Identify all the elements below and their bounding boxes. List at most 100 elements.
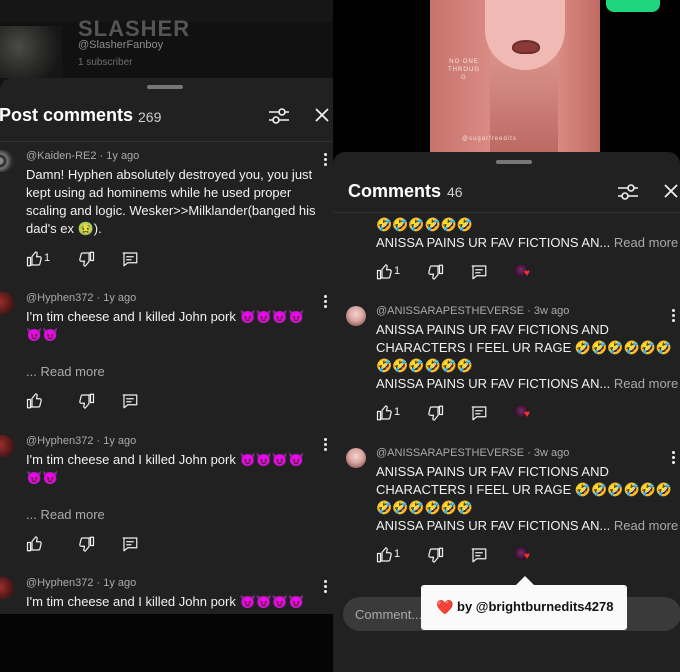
thumbs-up-icon[interactable]: [376, 546, 396, 566]
comment-text-line: I'm tim cheese and I killed John pork 😈😈…: [26, 452, 305, 467]
comment-actions: 1 ♥: [376, 404, 536, 424]
read-more-link[interactable]: ... Read more: [26, 507, 105, 522]
subscribe-button[interactable]: [606, 0, 660, 12]
close-icon[interactable]: [312, 105, 332, 125]
sheet-title: Comments: [348, 181, 442, 201]
comment-text: I'm tim cheese and I killed John pork 😈😈…: [26, 308, 336, 344]
comment-truncated: ANISSA PAINS UR FAV FICTIONS AN... Read …: [376, 375, 678, 393]
comment-text-line: CHARACTERS I FEEL UR RAGE 🤣🤣🤣🤣🤣🤣: [376, 482, 673, 497]
tooltip-arrow: [516, 576, 534, 585]
creator-heart-icon[interactable]: ♥: [514, 404, 536, 424]
reply-icon[interactable]: [470, 404, 490, 424]
thumbs-down-icon[interactable]: [77, 535, 97, 555]
channel-header: SLASHER @SlasherFanboy 1 subscriber: [0, 16, 348, 82]
comment-text-line: scaling and logic. Wesker>>Milklander(ba…: [26, 203, 316, 218]
comment-meta: @ANISSARAPESTHEVERSE · 3w ago: [376, 447, 570, 459]
creator-heart-icon[interactable]: ♥: [514, 546, 536, 566]
comment-actions: [26, 535, 156, 555]
video-player[interactable]: NO ONE THROUG G @sugarfreedits: [430, 0, 600, 152]
thumbs-up-icon[interactable]: [26, 535, 46, 555]
like-count: 1: [394, 406, 401, 418]
comment-author[interactable]: @Hyphen372: [26, 292, 93, 304]
comment-time: 3w ago: [533, 447, 570, 459]
comment-meta: @Hyphen372 · 1y ago: [26, 435, 137, 447]
video-watermark: @sugarfreedits: [462, 136, 517, 142]
channel-subscriber-count: 1 subscriber: [78, 57, 133, 68]
read-more-link[interactable]: Read more: [614, 376, 678, 391]
avatar[interactable]: [0, 577, 14, 599]
comment-text-line: 😈😈: [26, 327, 59, 342]
thumbs-up-icon[interactable]: [376, 263, 396, 283]
right-screenshot: NO ONE THROUG G @sugarfreedits Comments …: [333, 0, 680, 672]
post-comments-sheet: Post comments 269 @Kaiden-RE2 · 1y ago D…: [0, 78, 348, 614]
comment-meta: @ANISSARAPESTHEVERSE · 3w ago: [376, 305, 570, 317]
comment-actions: 1: [26, 250, 156, 270]
thumbs-down-icon[interactable]: [77, 392, 97, 412]
sliders-icon[interactable]: [268, 106, 290, 126]
sliders-icon[interactable]: [617, 182, 639, 202]
heart-icon: ❤️: [436, 599, 454, 615]
comment-text-truncated: ANISSA PAINS UR FAV FICTIONS AN...: [376, 235, 611, 250]
comment-text-truncated: ANISSA PAINS UR FAV FICTIONS AN...: [376, 518, 611, 533]
sheet-title: Post comments: [0, 105, 134, 125]
comment-meta: @Hyphen372 · 1y ago: [26, 577, 137, 589]
comment-meta: @Kaiden-RE2 · 1y ago: [26, 150, 140, 162]
comment-author[interactable]: @Hyphen372: [26, 435, 93, 447]
heart-icon: ♥: [524, 409, 530, 420]
channel-avatar[interactable]: [0, 26, 62, 78]
thumbs-down-icon[interactable]: [426, 546, 446, 566]
thumbs-down-icon[interactable]: [426, 263, 446, 283]
read-more-link[interactable]: ... Read more: [26, 364, 105, 379]
comment-text-line: ANISSA PAINS UR FAV FICTIONS AND: [376, 322, 609, 337]
comment-text: ANISSA PAINS UR FAV FICTIONS AND CHARACT…: [376, 463, 676, 517]
video-frame-part: [485, 0, 565, 70]
thumbs-up-icon[interactable]: [376, 404, 396, 424]
comment-actions: [26, 392, 156, 412]
reply-icon[interactable]: [121, 392, 141, 412]
comment-text-line: kept using ad hominems while he used pro…: [26, 185, 292, 200]
comment-item: @Hyphen372 · 1y ago I'm tim cheese and I…: [0, 290, 348, 420]
like-count: 1: [394, 548, 401, 560]
video-watermark: NO ONE THROUG G: [448, 59, 480, 81]
reply-icon[interactable]: [470, 263, 490, 283]
thumbs-down-icon[interactable]: [426, 404, 446, 424]
thumbs-down-icon[interactable]: [77, 250, 97, 270]
comment-text-line: I'm tim cheese and I killed John pork 😈😈…: [26, 309, 305, 324]
comment-truncated: ANISSA PAINS UR FAV FICTIONS AN... Read …: [376, 234, 678, 252]
comment-text-line: ANISSA PAINS UR FAV FICTIONS AND: [376, 464, 609, 479]
drag-handle[interactable]: [496, 160, 532, 164]
read-more-link[interactable]: Read more: [614, 518, 678, 533]
comment-author[interactable]: @ANISSARAPESTHEVERSE: [376, 447, 524, 459]
avatar[interactable]: [0, 435, 14, 457]
comment-item: @Hyphen372 · 1y ago I'm tim cheese and I…: [0, 433, 348, 563]
comment-text-line: I'm tim cheese and I killed John pork 😈😈…: [26, 594, 305, 609]
close-icon[interactable]: [661, 181, 680, 201]
reply-icon[interactable]: [470, 546, 490, 566]
comment-text-line: 🤣🤣🤣🤣🤣🤣: [376, 500, 474, 515]
drag-handle[interactable]: [147, 85, 183, 89]
comment-author[interactable]: @Hyphen372: [26, 577, 93, 589]
comment-truncated: ANISSA PAINS UR FAV FICTIONS AN... Read …: [376, 517, 678, 535]
comment-text: 🤣🤣🤣🤣🤣🤣: [376, 216, 676, 234]
creator-heart-tooltip: ❤️ by @brightburnedits4278: [421, 576, 627, 630]
avatar[interactable]: [346, 306, 366, 326]
comment-text: I'm tim cheese and I killed John pork 😈😈…: [26, 593, 336, 611]
thumbs-up-icon[interactable]: [26, 250, 46, 270]
comment-author[interactable]: @ANISSARAPESTHEVERSE: [376, 305, 524, 317]
thumbs-up-icon[interactable]: [26, 392, 46, 412]
comment-author[interactable]: @Kaiden-RE2: [26, 150, 96, 162]
comment-count: 269: [138, 109, 162, 125]
tooltip-text: by @brightburnedits4278: [457, 599, 614, 614]
comment-text-line: CHARACTERS I FEEL UR RAGE 🤣🤣🤣🤣🤣🤣: [376, 340, 673, 355]
avatar[interactable]: [0, 292, 14, 314]
avatar[interactable]: [346, 448, 366, 468]
like-count: 1: [394, 265, 401, 277]
reply-icon[interactable]: [121, 535, 141, 555]
creator-heart-icon[interactable]: ♥: [514, 263, 536, 283]
header-divider: [333, 212, 680, 213]
avatar[interactable]: [0, 150, 14, 172]
read-more-link[interactable]: Read more: [614, 235, 678, 250]
comment-text-line: 🤣🤣🤣🤣🤣🤣: [376, 358, 474, 373]
reply-icon[interactable]: [121, 250, 141, 270]
comment-time: 1y ago: [103, 435, 137, 447]
